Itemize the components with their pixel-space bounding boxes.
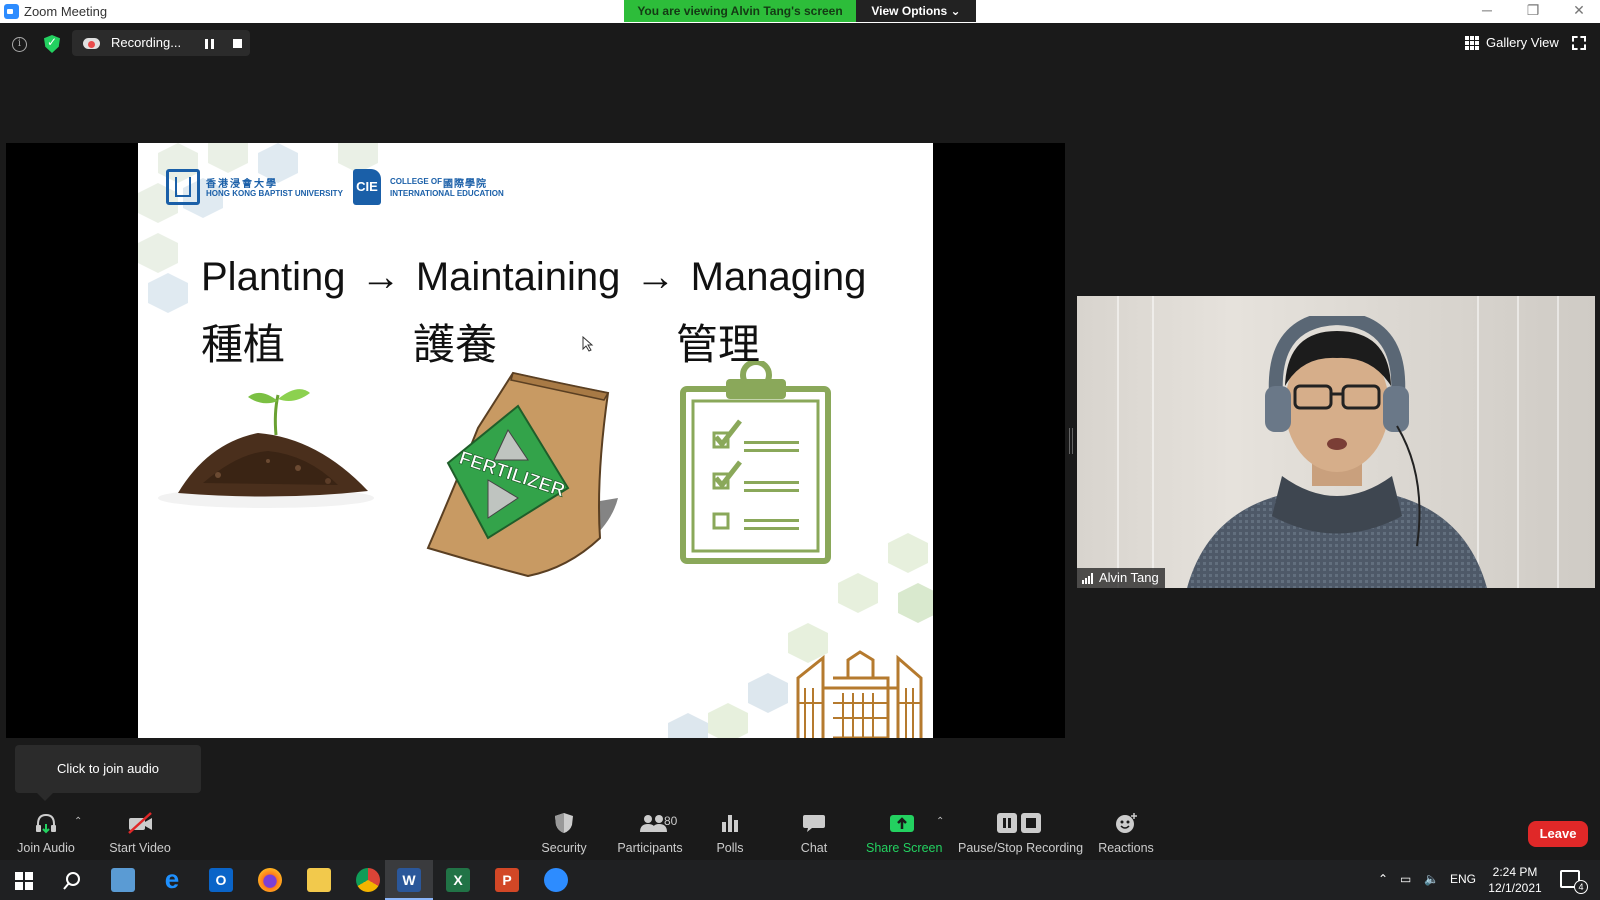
security-label: Security xyxy=(541,841,587,855)
security-shield-icon xyxy=(555,813,573,833)
share-options-caret[interactable]: ⌃ xyxy=(936,816,944,827)
file-explorer-icon[interactable] xyxy=(307,868,331,892)
taskbar-clock[interactable]: 2:24 PM 12/1/2021 xyxy=(1480,864,1550,896)
panel-resize-handle[interactable] xyxy=(1069,428,1073,454)
university-building-image xyxy=(796,650,923,738)
title-maintaining: Maintaining xyxy=(415,255,621,299)
pause-recording-icon[interactable] xyxy=(205,39,214,49)
powerpoint-icon[interactable]: P xyxy=(495,868,519,892)
security-button[interactable]: Security xyxy=(536,812,592,855)
hkbu-logo xyxy=(166,169,200,205)
firefox-icon[interactable] xyxy=(258,868,282,892)
gallery-view-button[interactable]: Gallery View xyxy=(1486,35,1559,50)
start-video-label: Start Video xyxy=(109,841,171,855)
polls-label: Polls xyxy=(716,841,744,855)
polls-icon xyxy=(722,815,738,832)
college-name-cn: 國際學院 xyxy=(443,179,487,190)
participant-avatar xyxy=(1187,316,1487,588)
network-icon[interactable]: ▭ xyxy=(1400,872,1411,886)
search-icon[interactable] xyxy=(62,871,82,891)
leave-meeting-button[interactable]: Leave xyxy=(1528,821,1588,847)
info-icon[interactable]: i xyxy=(12,37,27,52)
share-screen-button[interactable]: Share Screen xyxy=(866,812,943,855)
mouse-cursor-icon xyxy=(582,336,594,352)
audio-options-caret[interactable]: ⌃ xyxy=(74,816,82,827)
cie-logo: CIE xyxy=(353,169,381,205)
windows-taskbar xyxy=(0,860,1600,900)
language-indicator[interactable]: ENG xyxy=(1450,872,1476,886)
cloud-recording-icon xyxy=(83,38,100,49)
join-audio-tooltip: Click to join audio xyxy=(15,745,201,801)
join-audio-button[interactable]: Join Audio xyxy=(12,812,80,855)
university-name-cn: 香港浸會大學 xyxy=(206,179,278,190)
pause-stop-recording-label: Pause/Stop Recording xyxy=(958,841,1084,855)
chat-label: Chat xyxy=(800,841,828,855)
internet-explorer-icon[interactable]: e xyxy=(160,866,184,892)
share-screen-label: Share Screen xyxy=(866,841,943,855)
arrow-right-icon: → xyxy=(360,255,401,299)
clock-time: 2:24 PM xyxy=(1492,865,1538,879)
college-name-en-2: INTERNATIONAL EDUCATION xyxy=(390,189,504,198)
headphones-icon xyxy=(36,813,56,834)
participants-label: Participants xyxy=(617,841,683,855)
tray-expand-icon[interactable]: ⌃ xyxy=(1378,872,1388,886)
chrome-icon[interactable] xyxy=(356,868,380,892)
clipboard-checklist-image xyxy=(680,361,831,564)
viewing-screen-banner: You are viewing Alvin Tang's screen xyxy=(624,0,856,22)
reactions-label: Reactions xyxy=(1098,841,1154,855)
stop-recording-icon[interactable] xyxy=(233,39,242,48)
video-off-icon xyxy=(128,812,152,834)
reactions-button[interactable]: Reactions xyxy=(1096,812,1156,855)
word-icon[interactable]: W xyxy=(397,868,421,892)
chat-icon xyxy=(803,815,825,832)
view-options-button[interactable]: View Options ⌄ xyxy=(856,0,976,22)
recording-label: Recording... xyxy=(111,35,182,50)
excel-icon[interactable]: X xyxy=(446,868,470,892)
outlook-icon[interactable]: O xyxy=(209,868,233,892)
participant-video-tile[interactable] xyxy=(1077,296,1595,588)
pause-stop-icon xyxy=(997,813,1041,833)
window-title: Zoom Meeting xyxy=(24,4,108,19)
arrow-right-icon: → xyxy=(635,255,676,299)
presentation-slide: 香港浸會大學 HONG KONG BAPTIST UNIVERSITY CIE … xyxy=(138,143,933,738)
clock-date: 12/1/2021 xyxy=(1488,881,1542,895)
control-panel-icon[interactable] xyxy=(111,868,135,892)
view-options-label: View Options xyxy=(871,4,948,18)
share-screen-icon xyxy=(890,815,914,832)
title-managing: Managing xyxy=(690,255,867,299)
gallery-grid-icon[interactable] xyxy=(1465,36,1479,50)
volume-icon[interactable]: 🔈 xyxy=(1424,872,1439,886)
participants-button[interactable]: 80 Participants xyxy=(612,812,688,855)
college-name-en-1: COLLEGE OF xyxy=(390,177,442,186)
chat-button[interactable]: Chat xyxy=(796,812,832,855)
windows-start-icon[interactable] xyxy=(15,872,33,890)
zoom-taskbar-icon[interactable] xyxy=(544,868,568,892)
zoom-app-icon xyxy=(4,4,19,19)
title-planting: Planting xyxy=(201,255,346,299)
signal-strength-icon xyxy=(1082,573,1093,584)
polls-button[interactable]: Polls xyxy=(710,812,750,855)
chevron-down-icon: ⌄ xyxy=(950,4,961,18)
start-video-button[interactable]: Start Video xyxy=(104,812,176,855)
slide-title: Planting → Maintaining → Managing xyxy=(201,255,866,300)
fertilizer-bag-image: FERTILIZER xyxy=(426,371,618,578)
university-name-en: HONG KONG BAPTIST UNIVERSITY xyxy=(206,189,343,198)
chinese-maintaining: 護養 xyxy=(413,321,498,368)
chinese-planting: 種植 xyxy=(201,321,286,368)
participants-count: 80 xyxy=(664,814,678,828)
pause-stop-recording-button[interactable]: Pause/Stop Recording xyxy=(958,812,1084,855)
notification-count-badge: 4 xyxy=(1574,880,1588,894)
close-button[interactable]: ✕ xyxy=(1556,0,1600,22)
reactions-smiley-icon xyxy=(1116,813,1137,833)
seedling-soil-image xyxy=(158,389,374,508)
join-audio-label: Join Audio xyxy=(17,841,75,855)
minimize-button[interactable]: ─ xyxy=(1464,0,1510,22)
restore-button[interactable]: ❐ xyxy=(1510,0,1556,22)
